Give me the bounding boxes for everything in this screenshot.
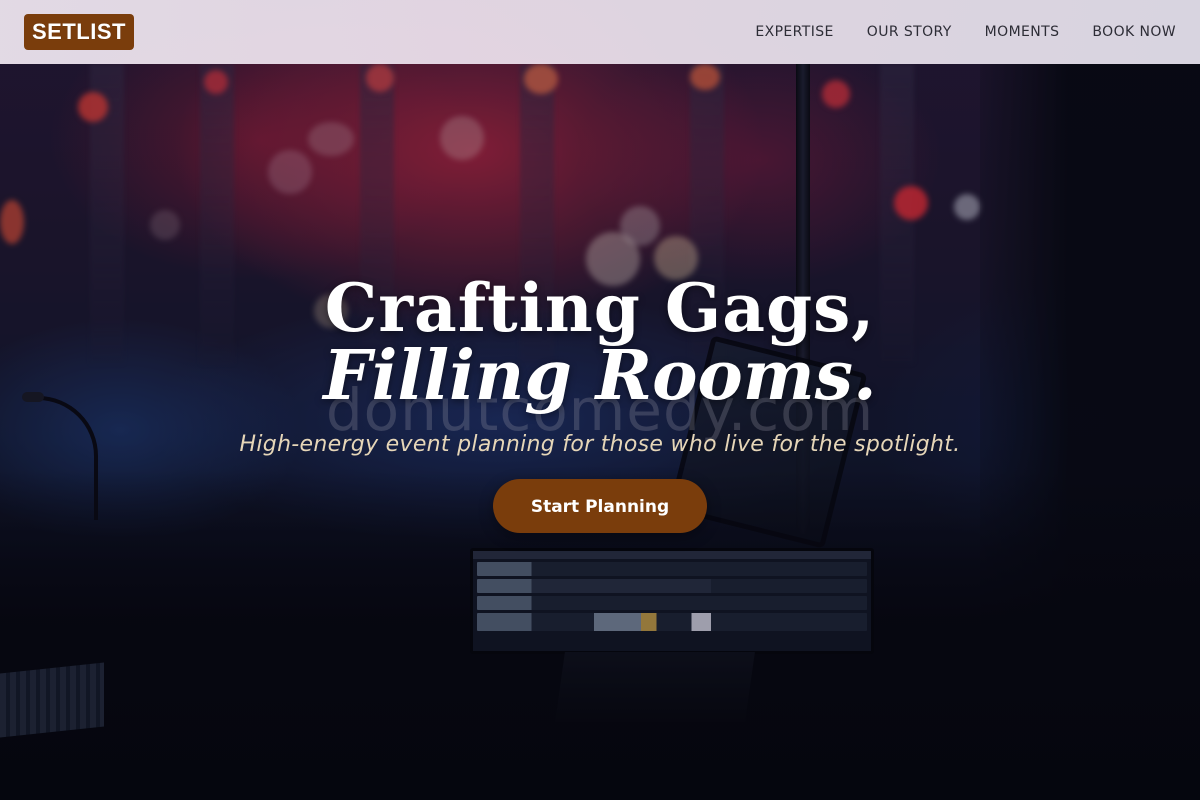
hero-tagline: High-energy event planning for those who… [239, 432, 961, 457]
nav-link-our-story[interactable]: OUR STORY [867, 24, 952, 40]
start-planning-button[interactable]: Start Planning [493, 479, 707, 533]
site-header: SETLIST EXPERTISE OUR STORY MOMENTS BOOK… [0, 0, 1200, 64]
landing-page: donutcomedy.com SETLIST EXPERTISE OUR ST… [0, 0, 1200, 800]
nav-link-moments[interactable]: MOMENTS [985, 24, 1060, 40]
nav-link-book-now[interactable]: BOOK NOW [1092, 24, 1176, 40]
site-logo[interactable]: SETLIST [24, 14, 134, 50]
hero-section: Crafting Gags, Filling Rooms. High-energ… [0, 270, 1200, 533]
hero-headline-italic: Filling Rooms. [323, 336, 877, 416]
hero-headline: Crafting Gags, [324, 269, 876, 347]
main-nav: EXPERTISE OUR STORY MOMENTS BOOK NOW [755, 24, 1176, 40]
nav-link-expertise[interactable]: EXPERTISE [755, 24, 833, 40]
